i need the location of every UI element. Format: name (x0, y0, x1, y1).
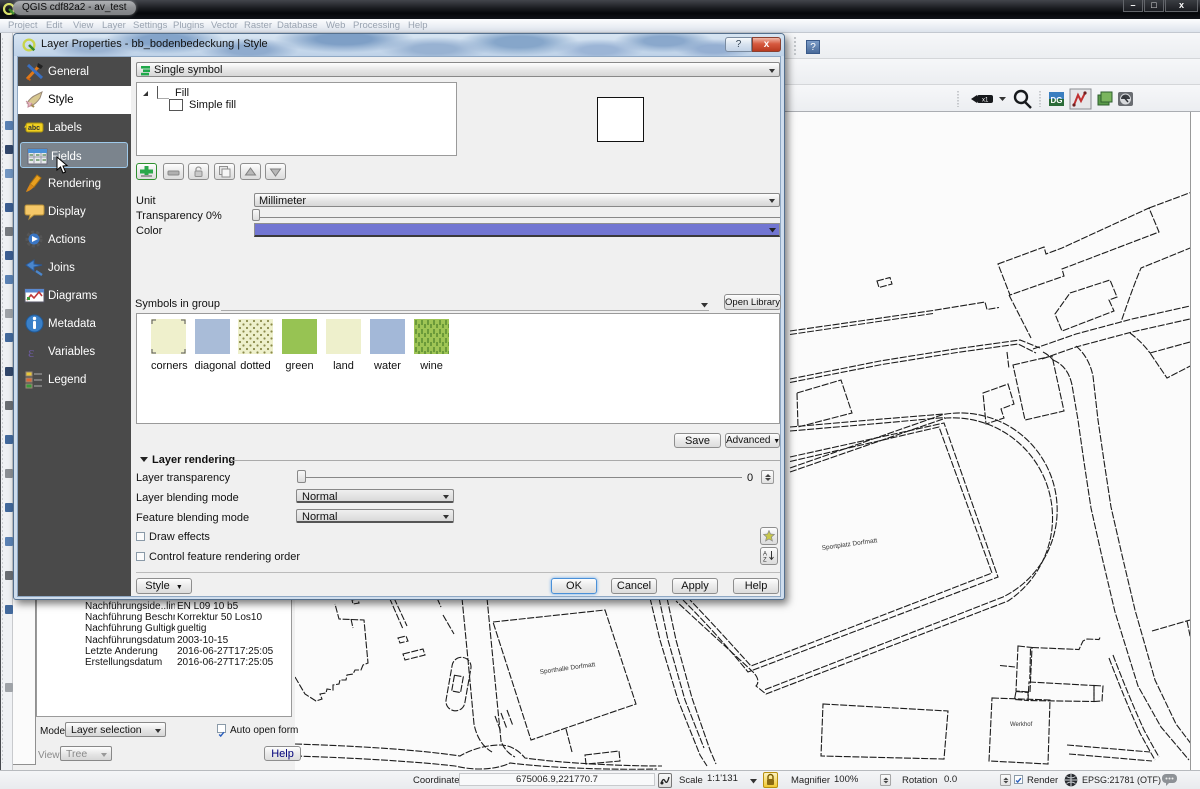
svg-text:Sportplatz Dorfmatt: Sportplatz Dorfmatt (821, 537, 878, 552)
svg-text:Sporthalle Dorfmatt: Sporthalle Dorfmatt (539, 661, 596, 676)
svg-text:Z: Z (763, 558, 767, 563)
svg-text:ε: ε (28, 345, 34, 361)
svg-text:x1: x1 (982, 98, 989, 104)
svg-text:abc: abc (28, 125, 40, 132)
svg-text:Werkhof: Werkhof (1010, 722, 1033, 728)
svg-text:DG: DG (1051, 96, 1063, 105)
